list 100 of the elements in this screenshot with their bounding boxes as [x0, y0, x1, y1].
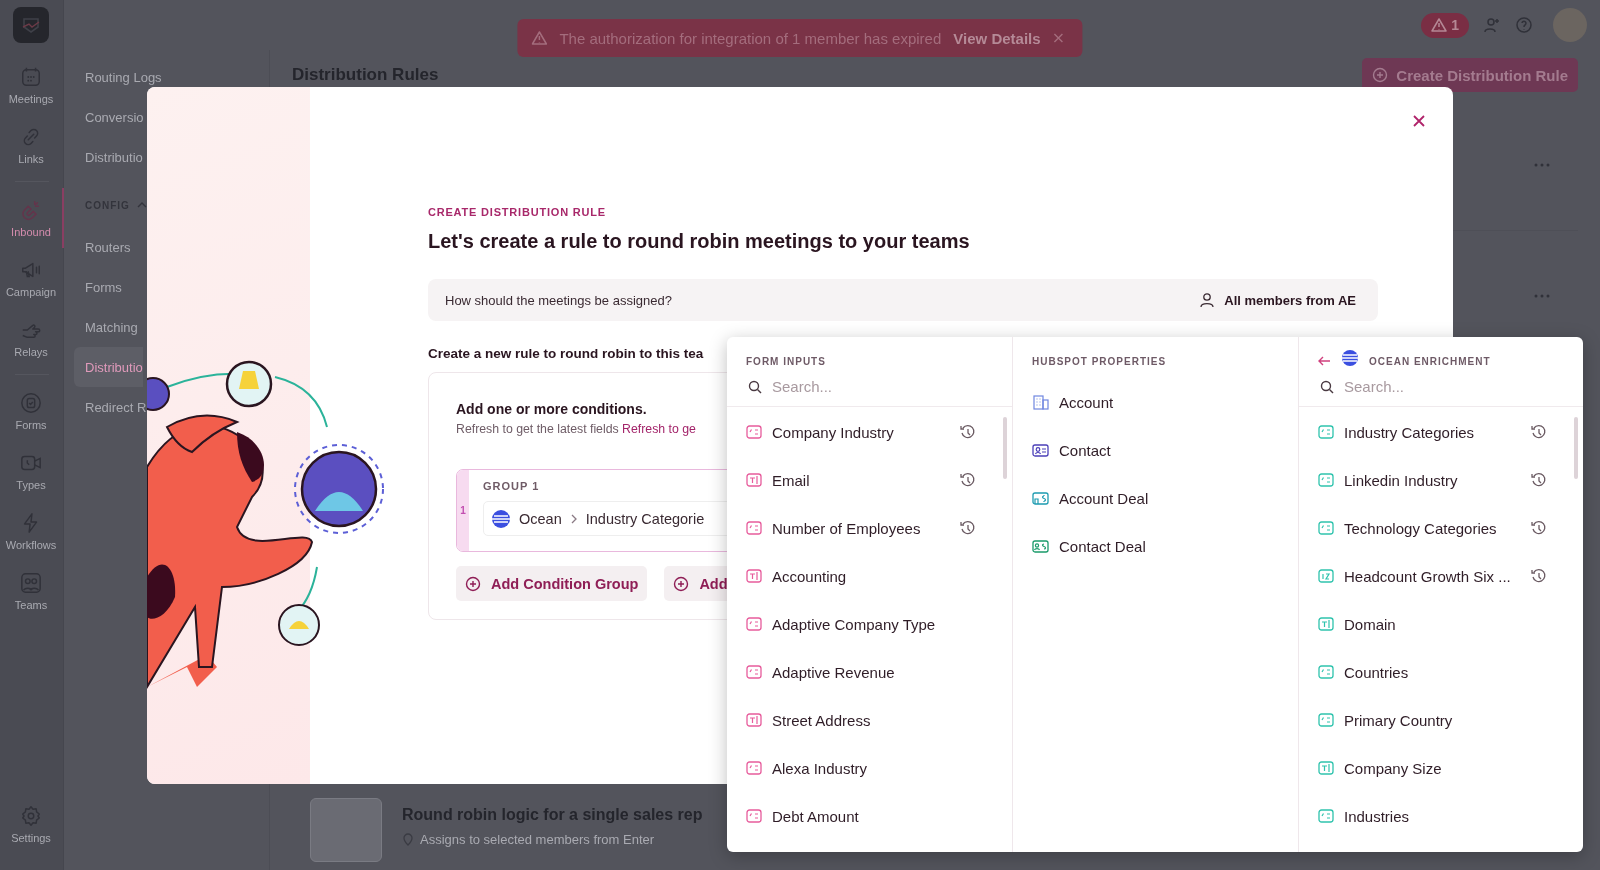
field-option[interactable]: Contact Deal	[1013, 522, 1298, 570]
assignment-bar[interactable]: How should the meetings be assigned? All members from AE	[428, 279, 1378, 321]
modal-title: Let's create a rule to round robin meetings to your teams	[428, 230, 970, 253]
list-field-icon	[746, 616, 762, 632]
building-dollar-icon	[1032, 489, 1049, 507]
plus-icon	[1372, 67, 1389, 83]
pin-icon	[402, 833, 414, 846]
section-title: Create a new rule to round robin to this tea	[428, 346, 704, 361]
field-option[interactable]: Linkedin Industry	[1299, 456, 1583, 504]
nav-button[interactable]: Relays	[0, 308, 64, 368]
conditions-hint: Refresh to get the latest fields Refresh to ge	[456, 422, 696, 436]
list-field-icon	[746, 760, 762, 776]
plus-icon	[673, 575, 690, 592]
rule-subtitle: Assigns to selected members from Enter	[420, 832, 655, 847]
add-user-icon[interactable]	[1483, 16, 1501, 34]
nav-button[interactable]: Types	[0, 441, 64, 501]
list-field-icon	[1318, 712, 1334, 728]
list-field-icon	[746, 808, 762, 824]
text-field-icon	[746, 568, 762, 584]
condition-property: Industry Categorie	[585, 510, 705, 527]
search-icon	[748, 379, 762, 394]
search-field[interactable]: Search...	[772, 378, 972, 395]
field-option[interactable]: Company Size	[1299, 744, 1583, 792]
back-arrow-icon[interactable]	[1318, 355, 1331, 367]
field-option[interactable]: Headcount Growth Six ...	[1299, 552, 1583, 600]
field-option[interactable]: Email	[727, 456, 1012, 504]
add-button[interactable]: Add Condition Group	[456, 566, 648, 601]
rule-thumbnail	[310, 798, 382, 862]
more-icon[interactable]	[1534, 294, 1550, 298]
field-option[interactable]: Account	[1013, 378, 1298, 426]
list-field-icon	[1318, 520, 1334, 536]
list-field-icon	[1318, 808, 1334, 824]
list-field-icon	[746, 520, 762, 536]
assignment-question: How should the meetings be assigned?	[445, 292, 672, 308]
calendar-icon	[20, 65, 42, 88]
list-field-icon	[1318, 472, 1334, 488]
field-option[interactable]: Adaptive Revenue	[727, 648, 1012, 696]
field-option[interactable]: Industry Categories	[1299, 408, 1583, 456]
help-icon[interactable]	[1515, 16, 1533, 34]
settings-icon	[20, 804, 42, 827]
field-option[interactable]: Debt Amount	[727, 792, 1012, 840]
nav-button[interactable]: Forms	[0, 381, 64, 441]
text-field-icon	[746, 712, 762, 728]
column-heading: FORM INPUTS	[746, 356, 826, 367]
column-heading: HUBSPOT PROPERTIES	[1032, 356, 1167, 367]
nav-button[interactable]: Meetings	[0, 55, 64, 115]
group-label: GROUP 1	[483, 480, 540, 492]
text-field-icon	[1318, 616, 1334, 632]
clipboard-icon	[20, 391, 42, 414]
field-option[interactable]: Street Address	[727, 696, 1012, 744]
person-icon	[1199, 292, 1216, 308]
list-field-icon	[1318, 664, 1334, 680]
nav-button[interactable]: Settings	[0, 794, 64, 854]
app-logo[interactable]	[13, 7, 49, 43]
text-field-icon	[746, 472, 762, 488]
list-field-icon	[746, 664, 762, 680]
field-option[interactable]: Technology Categories	[1299, 504, 1583, 552]
list-field-icon	[746, 424, 762, 440]
assignment-value: All members from AE	[1224, 292, 1356, 308]
building-icon	[1032, 393, 1049, 411]
search-field[interactable]: Search...	[1344, 378, 1544, 395]
list-field-icon	[1318, 424, 1334, 440]
chevron-right-icon	[569, 513, 578, 524]
nav-button[interactable]: Campaign	[0, 248, 64, 308]
ocean-logo-icon	[1341, 349, 1359, 367]
chevron-icon[interactable]	[135, 200, 148, 210]
field-option[interactable]: Alexa Industry	[727, 744, 1012, 792]
shield-icon	[21, 15, 41, 35]
scrollbar[interactable]	[1574, 417, 1578, 479]
people-icon	[20, 571, 42, 594]
column-heading: OCEAN ENRICHMENT	[1369, 356, 1491, 367]
group-number: 1	[457, 470, 469, 551]
contact-card-icon	[1032, 441, 1049, 459]
close-icon[interactable]	[1412, 114, 1426, 128]
plus-icon	[465, 575, 481, 592]
search-icon	[1320, 379, 1334, 394]
conditions-title: Add one or more conditions.	[456, 401, 647, 417]
magnet-icon	[20, 198, 42, 221]
avatar[interactable]	[1553, 8, 1587, 42]
ocean-logo-icon	[491, 508, 511, 529]
field-option[interactable]: Company Industry	[727, 408, 1012, 456]
field-option[interactable]: Adaptive Company Type	[727, 600, 1012, 648]
scrollbar[interactable]	[1003, 417, 1007, 479]
field-option[interactable]: Primary Country	[1299, 696, 1583, 744]
refresh-link[interactable]: Refresh to ge	[622, 422, 696, 436]
more-icon[interactable]	[1534, 163, 1550, 167]
alert-message: The authorization for integration of 1 member has expired	[559, 29, 942, 47]
nav-button[interactable]: Links	[0, 115, 64, 175]
form-kicker: CREATE DISTRIBUTION RULE	[428, 206, 606, 218]
field-option[interactable]: Number of Employees	[727, 504, 1012, 552]
field-option[interactable]: Industries	[1299, 792, 1583, 840]
nav-button[interactable]: Workflows	[0, 501, 64, 561]
nav-button[interactable]: Teams	[0, 561, 64, 621]
field-option[interactable]: Contact	[1013, 426, 1298, 474]
field-option[interactable]: Account Deal	[1013, 474, 1298, 522]
warning-icon	[531, 30, 548, 46]
field-option[interactable]: Countries	[1299, 648, 1583, 696]
contact-dollar-icon	[1032, 537, 1049, 555]
condition-source: Ocean	[519, 510, 562, 527]
field-option[interactable]: Domain	[1299, 600, 1583, 648]
